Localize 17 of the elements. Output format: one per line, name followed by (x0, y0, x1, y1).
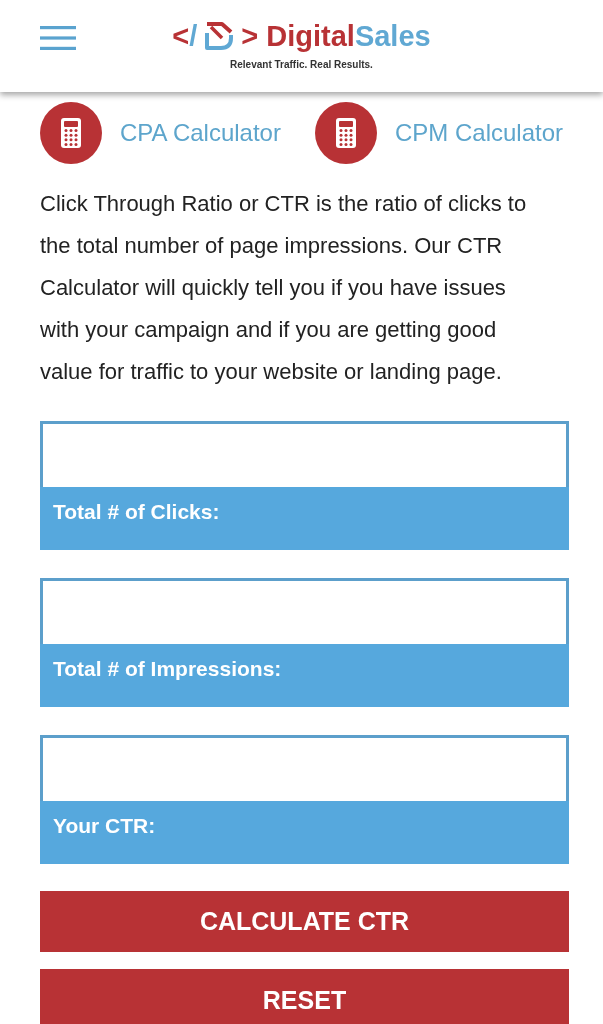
input-field[interactable] (40, 735, 569, 801)
menu-icon[interactable] (40, 26, 76, 50)
reset-button[interactable]: RESET (40, 969, 569, 1024)
field-label: Total # of Impressions: (40, 644, 569, 707)
field-label: Your CTR: (40, 801, 569, 864)
intro-paragraph: Click Through Ratio or CTR is the ratio of clicks to the total number of page impressions. Our CTR Calculator will quickly tell you if you have issues with your campaign and if you are getting good value for traffic to your website or landing page. (40, 190, 528, 386)
field-label: Total # of Clicks: (40, 487, 569, 550)
input-field[interactable] (40, 578, 569, 644)
logo-tagline: Relevant Traffic. Real Results. (230, 59, 373, 71)
calculate-button[interactable]: CALCULATE CTR (40, 891, 569, 952)
calculator-icon (40, 102, 102, 164)
logo-mark-icon (203, 20, 236, 52)
logo-code-bracket: > (241, 19, 259, 53)
logo-code-bracket: </ (172, 19, 198, 53)
input-field[interactable] (40, 421, 569, 487)
brand-name: DigitalSales (266, 19, 431, 53)
calculator-icon (314, 102, 377, 164)
